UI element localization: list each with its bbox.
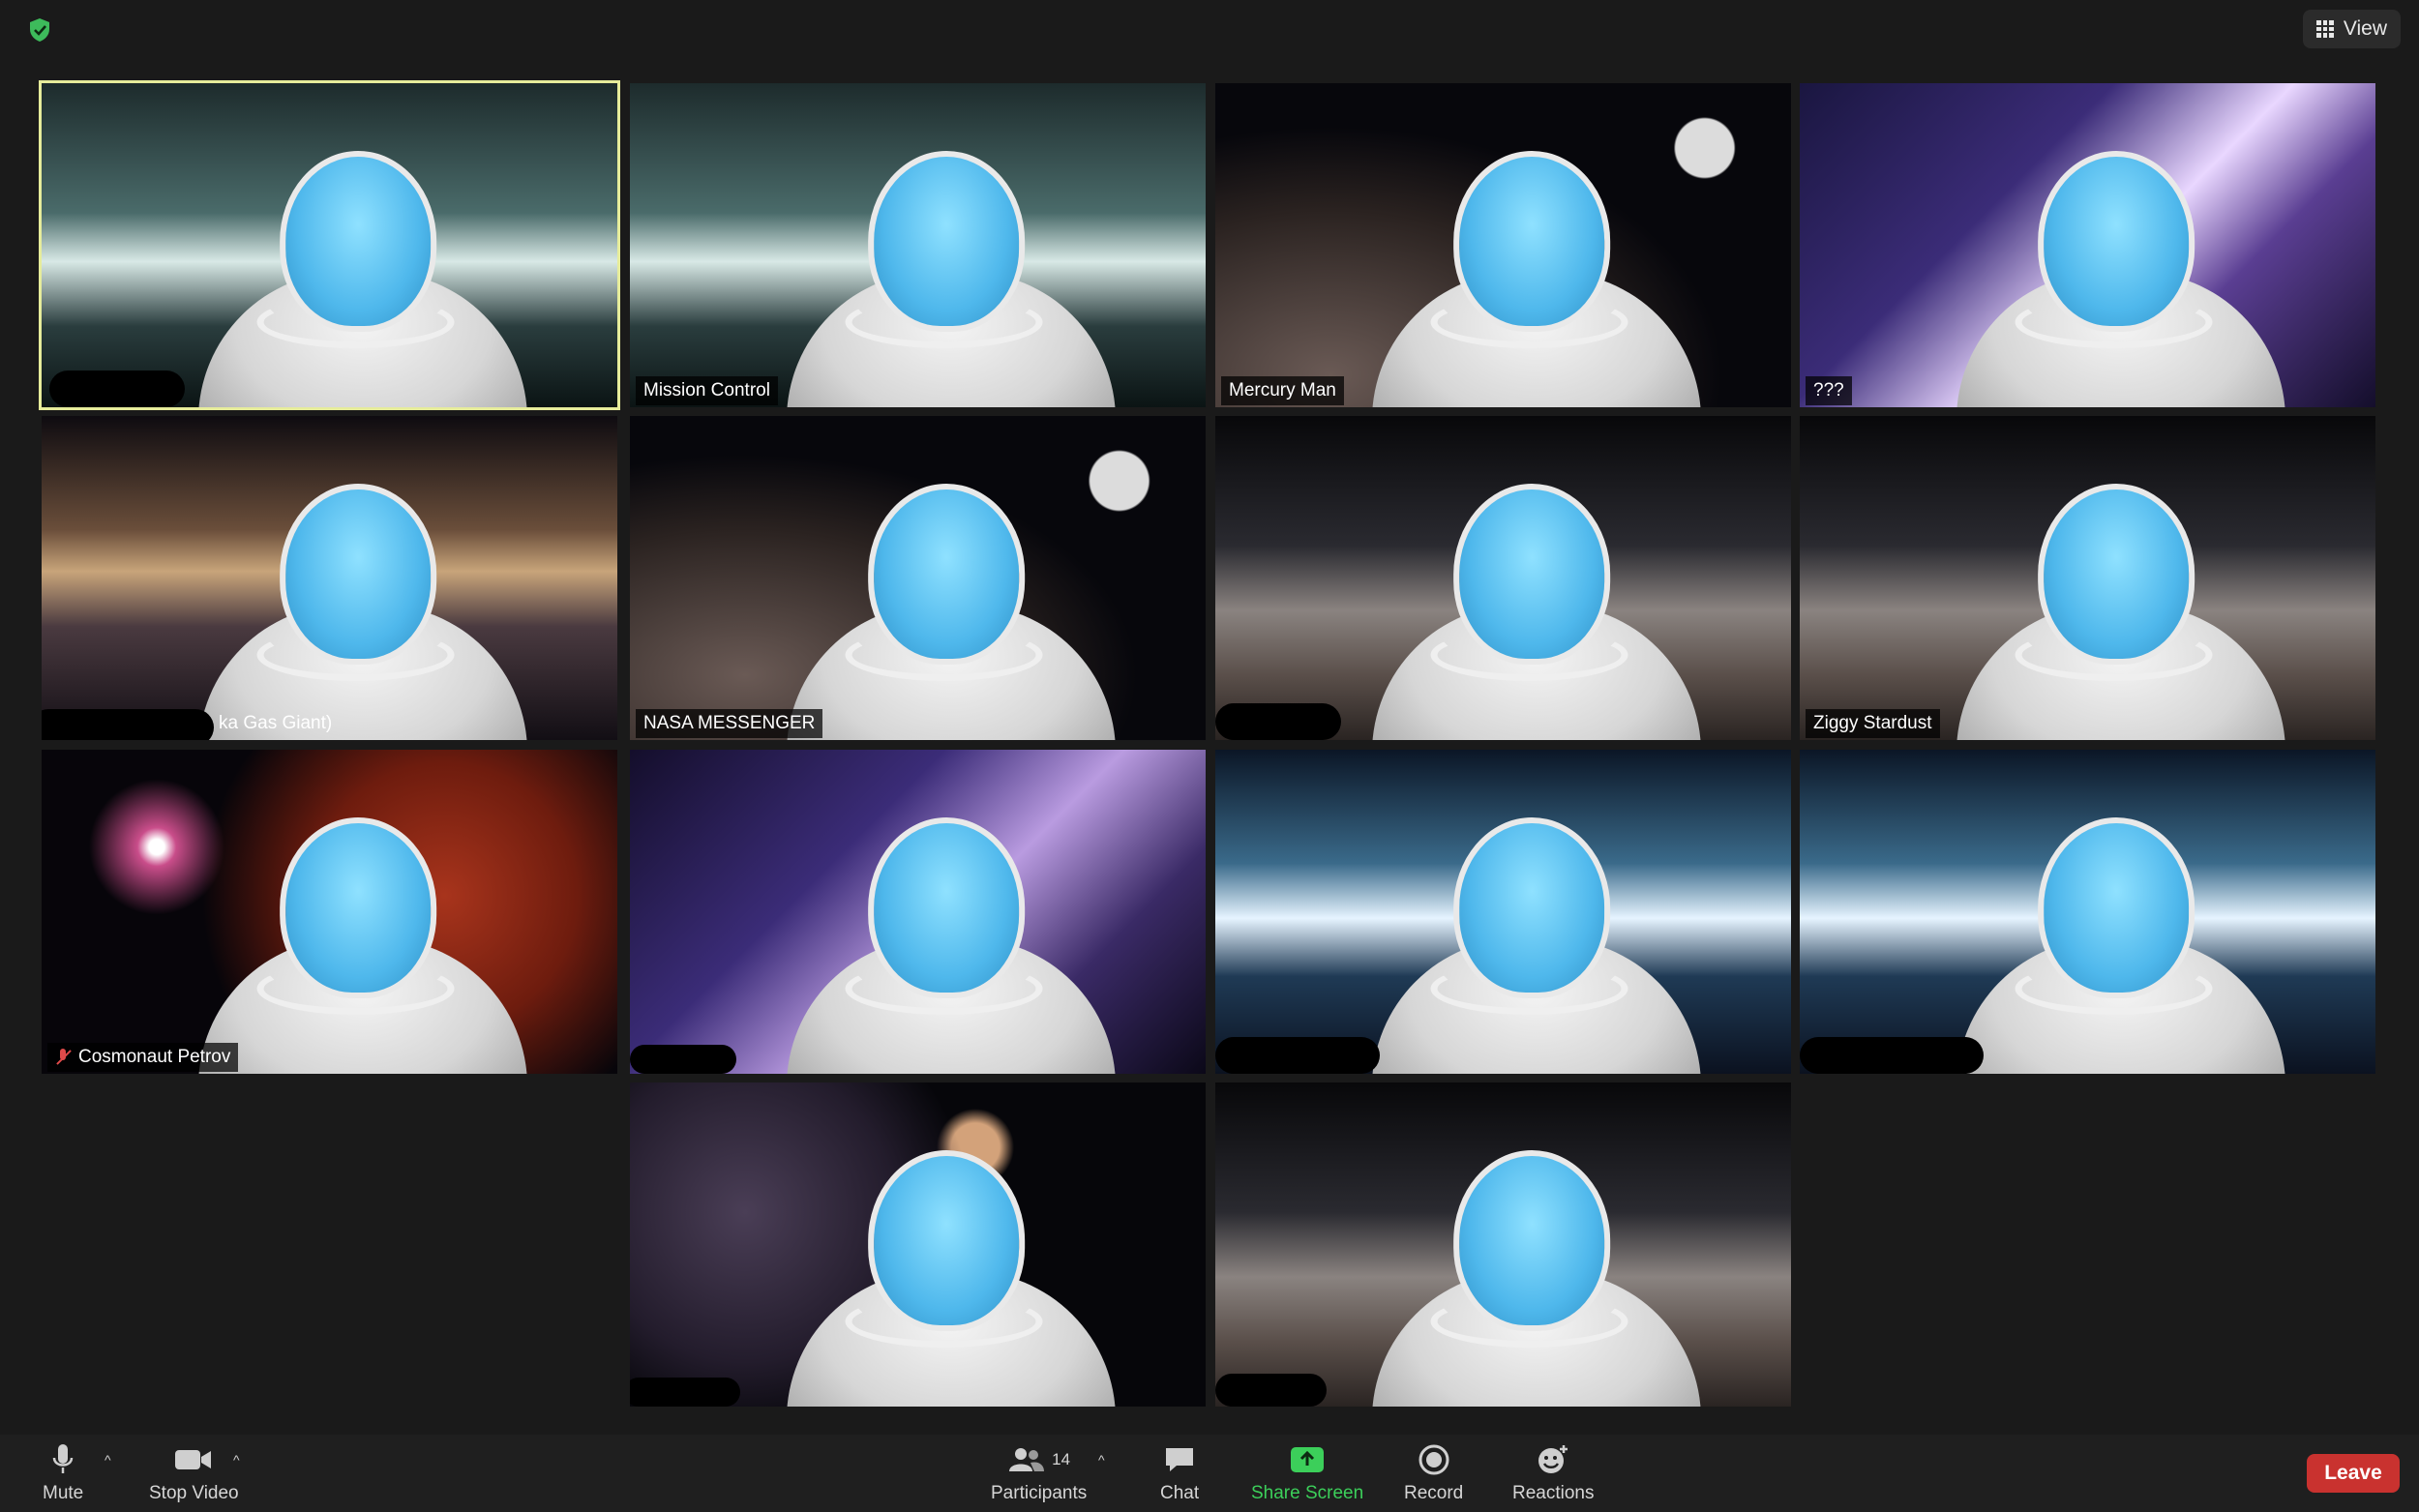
chat-icon xyxy=(1166,1448,1194,1471)
video-tile-9[interactable]: Cosmonaut Petrov xyxy=(42,750,617,1074)
participant-name-tag: NASA MESSENGER xyxy=(636,709,823,738)
stop-video-label: Stop Video xyxy=(149,1483,239,1503)
record-label: Record xyxy=(1404,1483,1464,1503)
video-tile-13[interactable] xyxy=(630,1082,1206,1407)
redacted-name xyxy=(630,1045,736,1074)
participants-count: 14 xyxy=(1052,1450,1071,1468)
muted-microphone-icon xyxy=(55,1049,71,1066)
redacted-name xyxy=(49,371,185,407)
stop-video-button[interactable]: Stop Video xyxy=(149,1442,239,1504)
participants-icon xyxy=(1009,1448,1045,1471)
video-tile-12[interactable] xyxy=(1800,750,2375,1074)
participants-label: Participants xyxy=(991,1483,1088,1503)
gallery-grid-icon xyxy=(2315,20,2334,38)
security-shield-icon[interactable] xyxy=(27,17,52,43)
record-icon xyxy=(1419,1444,1449,1475)
participant-name-tag: Cosmonaut Petrov xyxy=(47,1043,239,1072)
view-button[interactable]: View xyxy=(2302,10,2401,48)
video-tile-2[interactable]: Mission Control xyxy=(630,83,1206,407)
meeting-toolbar: Mute ^ Stop Video ^ 14 Participants ^ Ch… xyxy=(0,1435,2419,1512)
redacted-name xyxy=(42,709,214,740)
top-bar: View xyxy=(0,0,2419,60)
redacted-name xyxy=(1215,1037,1380,1074)
video-tile-5[interactable]: ka Gas Giant) xyxy=(42,416,617,740)
participant-name-tag: Ziggy Stardust xyxy=(1806,709,1940,738)
mute-label: Mute xyxy=(43,1483,84,1503)
leave-button[interactable]: Leave xyxy=(2307,1454,2400,1493)
video-tile-14[interactable] xyxy=(1215,1082,1791,1407)
video-camera-icon xyxy=(175,1450,212,1469)
video-options-caret[interactable]: ^ xyxy=(233,1452,240,1468)
redacted-name xyxy=(1215,703,1341,740)
video-tile-4[interactable]: ??? xyxy=(1800,83,2375,407)
redacted-name xyxy=(1215,1374,1327,1407)
participants-options-caret[interactable]: ^ xyxy=(1098,1452,1105,1468)
microphone-icon xyxy=(52,1444,74,1473)
participants-button[interactable]: 14 Participants xyxy=(991,1442,1087,1504)
redacted-name xyxy=(1800,1037,1984,1074)
participant-name-tag: ka Gas Giant) xyxy=(219,713,333,733)
chat-button[interactable]: Chat xyxy=(1160,1442,1199,1504)
video-tile-11[interactable] xyxy=(1215,750,1791,1074)
audio-options-caret[interactable]: ^ xyxy=(105,1452,111,1468)
reactions-button[interactable]: Reactions xyxy=(1512,1442,1595,1504)
record-button[interactable]: Record xyxy=(1404,1442,1463,1504)
video-tile-10[interactable] xyxy=(630,750,1206,1074)
mute-button[interactable]: Mute xyxy=(43,1442,83,1504)
reactions-label: Reactions xyxy=(1512,1483,1595,1503)
view-label: View xyxy=(2343,17,2387,40)
video-tile-8[interactable]: Ziggy Stardust xyxy=(1800,416,2375,740)
reactions-emoji-icon xyxy=(1538,1445,1568,1473)
redacted-name xyxy=(630,1378,740,1407)
video-tile-7[interactable] xyxy=(1215,416,1791,740)
participant-name-tag: ??? xyxy=(1806,376,1852,405)
video-tile-1[interactable] xyxy=(39,80,620,410)
chat-label: Chat xyxy=(1160,1483,1200,1503)
participant-name-tag: Mercury Man xyxy=(1221,376,1344,405)
participant-name-tag: Mission Control xyxy=(636,376,778,405)
share-screen-label: Share Screen xyxy=(1251,1483,1364,1503)
video-tile-6[interactable]: NASA MESSENGER xyxy=(630,416,1206,740)
share-screen-icon xyxy=(1291,1447,1325,1472)
share-screen-button[interactable]: Share Screen xyxy=(1251,1442,1363,1504)
video-tile-3[interactable]: Mercury Man xyxy=(1215,83,1791,407)
